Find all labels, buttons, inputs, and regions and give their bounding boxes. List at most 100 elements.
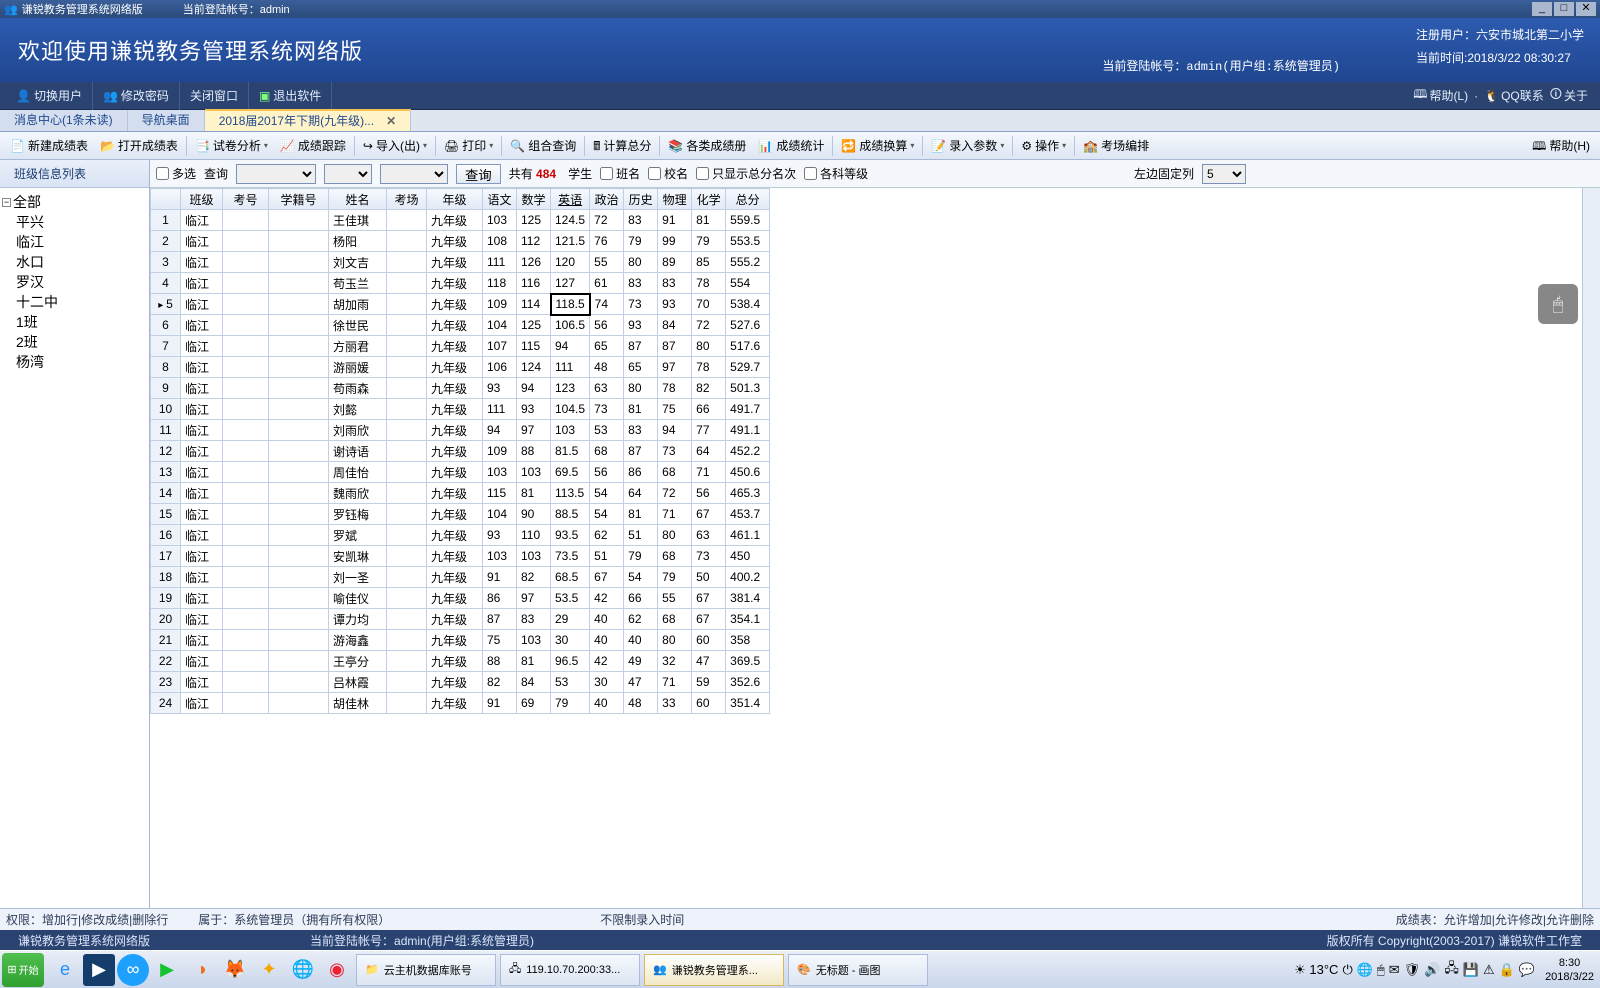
tray-icon[interactable]: 🖧: [1444, 959, 1459, 981]
grid-cell[interactable]: 47: [692, 651, 726, 672]
grid-cell[interactable]: 87: [624, 441, 658, 462]
tree-item[interactable]: 2班: [16, 332, 147, 352]
start-button[interactable]: ⊞开始: [2, 953, 44, 987]
grid-cell[interactable]: 109: [483, 441, 517, 462]
grid-cell[interactable]: 91: [658, 210, 692, 231]
grid-cell[interactable]: 116: [517, 273, 551, 294]
grid-cell[interactable]: 453.7: [726, 504, 770, 525]
tree-item[interactable]: 平兴: [16, 212, 147, 232]
tree-item[interactable]: 杨湾: [16, 352, 147, 372]
grid-cell[interactable]: 103: [551, 420, 590, 441]
grid-cell[interactable]: [387, 504, 427, 525]
grid-cell[interactable]: 九年级: [427, 378, 483, 399]
grid-cell[interactable]: 555.2: [726, 252, 770, 273]
tb-combo-query[interactable]: 🔍组合查询: [504, 134, 582, 158]
grid-cell[interactable]: 21: [151, 630, 181, 651]
grid-cell[interactable]: 九年级: [427, 588, 483, 609]
grid-cell[interactable]: 84: [517, 672, 551, 693]
tray-icon[interactable]: 🔒: [1499, 962, 1515, 978]
grid-cell[interactable]: 115: [517, 336, 551, 357]
grid-cell[interactable]: 88.5: [551, 504, 590, 525]
tab-scores[interactable]: 2018届2017年下期(九年级)...✕: [205, 109, 411, 131]
col-header[interactable]: [151, 189, 181, 210]
grid-cell[interactable]: [223, 546, 269, 567]
grid-cell[interactable]: 40: [590, 693, 624, 714]
grid-cell[interactable]: 临江: [181, 378, 223, 399]
grid-cell[interactable]: 51: [624, 525, 658, 546]
grid-cell[interactable]: 106: [483, 357, 517, 378]
grid-cell[interactable]: 91: [483, 693, 517, 714]
grid-cell[interactable]: 74: [590, 294, 624, 315]
grid-cell[interactable]: 5: [151, 294, 181, 315]
grid-cell[interactable]: [387, 231, 427, 252]
grid-cell[interactable]: 501.3: [726, 378, 770, 399]
grid-cell[interactable]: [223, 210, 269, 231]
grid-cell[interactable]: [387, 252, 427, 273]
grid-cell[interactable]: 临江: [181, 399, 223, 420]
grid-cell[interactable]: 73: [658, 441, 692, 462]
grid-cell[interactable]: 120: [551, 252, 590, 273]
grid-cell[interactable]: 91: [483, 567, 517, 588]
grid-cell[interactable]: 吕林霞: [329, 672, 387, 693]
grid-cell[interactable]: 93.5: [551, 525, 590, 546]
tb-exam-arrange[interactable]: 🏫考场编排: [1077, 134, 1155, 158]
grid-cell[interactable]: 83: [517, 609, 551, 630]
cb-subject-level[interactable]: 各科等级: [804, 165, 868, 182]
grid-cell[interactable]: 16: [151, 525, 181, 546]
grid-cell[interactable]: 83: [624, 273, 658, 294]
grid-cell[interactable]: 79: [692, 231, 726, 252]
grid-cell[interactable]: 61: [590, 273, 624, 294]
grid-cell[interactable]: 罗钰梅: [329, 504, 387, 525]
grid-cell[interactable]: 538.4: [726, 294, 770, 315]
grid-cell[interactable]: 125: [517, 210, 551, 231]
tb-import-export[interactable]: ↪导入(出)▾: [357, 134, 433, 158]
grid-cell[interactable]: 94: [517, 378, 551, 399]
grid-cell[interactable]: 临江: [181, 588, 223, 609]
col-header[interactable]: 姓名: [329, 189, 387, 210]
grid-cell[interactable]: 55: [658, 588, 692, 609]
grid-cell[interactable]: 80: [658, 630, 692, 651]
grid-cell[interactable]: [387, 546, 427, 567]
grid-cell[interactable]: 111: [483, 252, 517, 273]
grid-cell[interactable]: 68.5: [551, 567, 590, 588]
cb-only-total[interactable]: 只显示总分名次: [696, 165, 796, 182]
grid-cell[interactable]: 苟玉兰: [329, 273, 387, 294]
grid-cell[interactable]: 11: [151, 420, 181, 441]
grid-cell[interactable]: 徐世民: [329, 315, 387, 336]
grid-cell[interactable]: 73: [692, 546, 726, 567]
grid-cell[interactable]: [269, 504, 329, 525]
grid-cell[interactable]: 358: [726, 630, 770, 651]
grid-cell[interactable]: 106.5: [551, 315, 590, 336]
todesk-icon[interactable]: ◑: [185, 954, 217, 986]
tab-nav-desktop[interactable]: 导航桌面: [128, 110, 205, 131]
grid-cell[interactable]: 48: [624, 693, 658, 714]
grid-cell[interactable]: [269, 378, 329, 399]
grid-cell[interactable]: 54: [590, 504, 624, 525]
grid-cell[interactable]: 351.4: [726, 693, 770, 714]
cb-classname[interactable]: 班名: [600, 165, 640, 182]
grid-cell[interactable]: 54: [590, 483, 624, 504]
grid-cell[interactable]: 86: [483, 588, 517, 609]
grid-cell[interactable]: 77: [692, 420, 726, 441]
grid-cell[interactable]: 82: [483, 672, 517, 693]
grid-cell[interactable]: [387, 357, 427, 378]
grid-cell[interactable]: 65: [624, 357, 658, 378]
grid-cell[interactable]: 103: [517, 546, 551, 567]
menu-exit[interactable]: ▣ 退出软件: [249, 82, 332, 110]
grid-cell[interactable]: 2: [151, 231, 181, 252]
grid-cell[interactable]: 九年级: [427, 294, 483, 315]
grid-cell[interactable]: [269, 231, 329, 252]
grid-cell[interactable]: 九年级: [427, 462, 483, 483]
tree-item[interactable]: 1班: [16, 312, 147, 332]
grid-cell[interactable]: [387, 420, 427, 441]
grid-cell[interactable]: 56: [692, 483, 726, 504]
grid-cell[interactable]: [223, 315, 269, 336]
tray-icon[interactable]: ⏻: [1342, 962, 1352, 978]
grid-cell[interactable]: [269, 399, 329, 420]
grid-cell[interactable]: 30: [590, 672, 624, 693]
menu-close-window[interactable]: 关闭窗口: [180, 82, 249, 110]
class-tree[interactable]: −全部 平兴临江水口罗汉十二中1班2班杨湾: [0, 188, 149, 908]
tb-books[interactable]: 📚各类成绩册: [662, 134, 752, 158]
grid-cell[interactable]: [223, 525, 269, 546]
tb-open-score[interactable]: 📂打开成绩表: [94, 134, 184, 158]
